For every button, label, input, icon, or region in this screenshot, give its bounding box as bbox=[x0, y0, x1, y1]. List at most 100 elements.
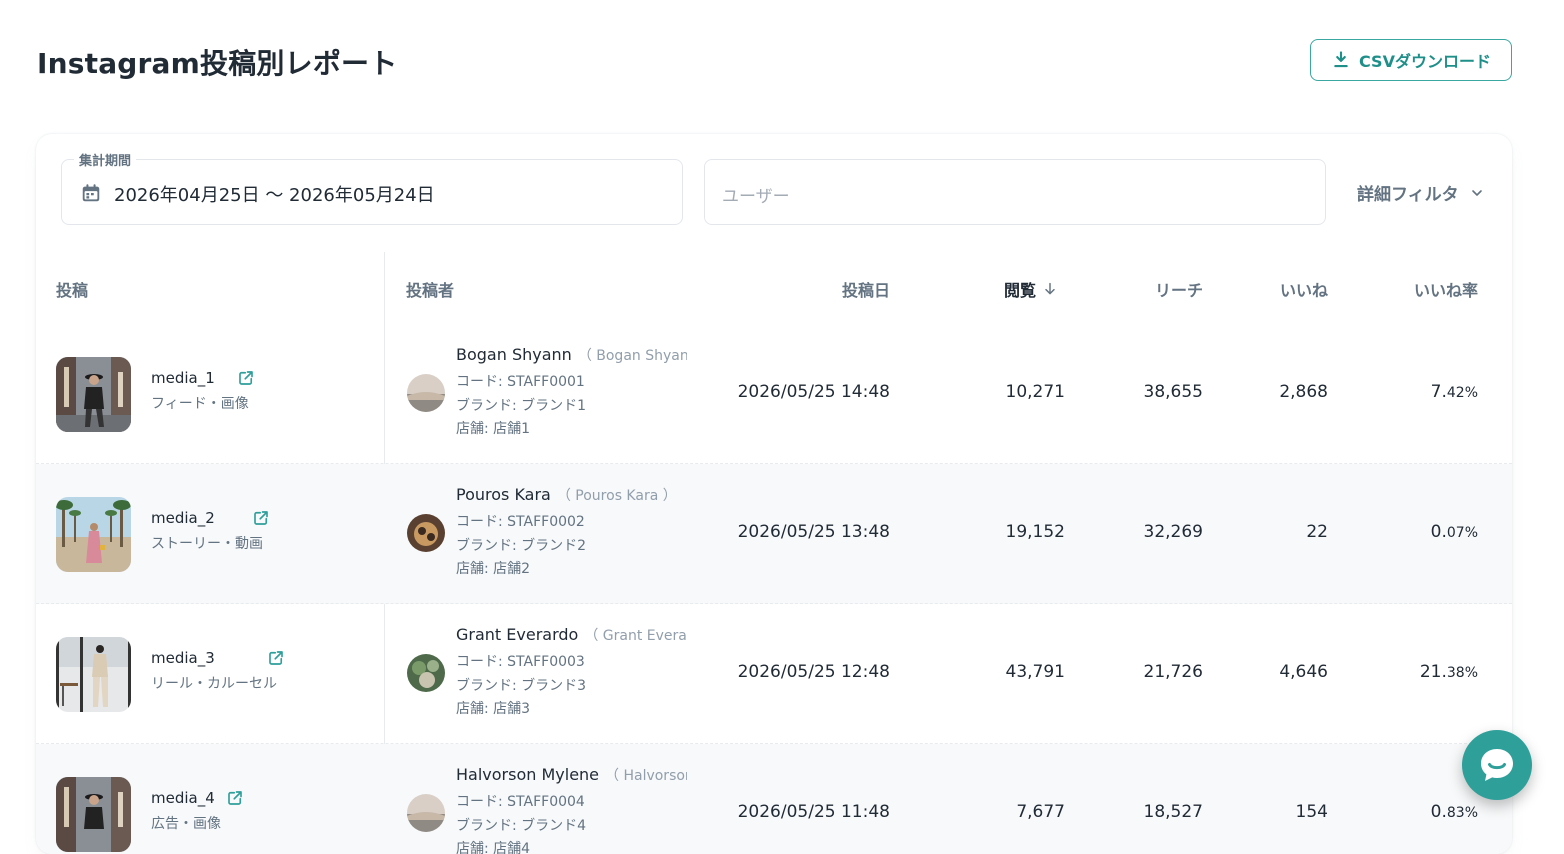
date-range-field[interactable]: 集計期間 2026年04月25日 〜 2026年05月24日 bbox=[61, 150, 683, 225]
date-range-value: 2026年04月25日 〜 2026年05月24日 bbox=[114, 185, 435, 206]
table-header: 投稿 投稿者 投稿日 閲覧 リーチ いいね いいね率 bbox=[36, 252, 1512, 324]
user-input[interactable]: ユーザー bbox=[704, 159, 1326, 225]
table-row[interactable]: media_4 広告・画像 Halvorson Mylene （ Halvorso… bbox=[36, 744, 1512, 854]
poster-name: Bogan Shyann bbox=[456, 345, 572, 364]
likes-value: 2,868 bbox=[1279, 382, 1328, 402]
column-header-views[interactable]: 閲覧 bbox=[1004, 277, 1058, 301]
poster-name-sub: （ Halvorson Mylene ） bbox=[605, 768, 687, 784]
avatar bbox=[407, 374, 445, 412]
chat-icon bbox=[1481, 749, 1513, 781]
table-row[interactable]: media_3 リール・カルーセル Grant Everardo （ Grant … bbox=[36, 604, 1512, 744]
post-date: 2026/05/25 14:48 bbox=[737, 382, 890, 402]
media-type: ストーリー・動画 bbox=[151, 536, 263, 552]
media-type: リール・カルーセル bbox=[151, 676, 277, 692]
post-thumbnail[interactable] bbox=[56, 497, 131, 572]
chevron-down-icon bbox=[1471, 189, 1482, 196]
poster-name: Grant Everardo bbox=[456, 625, 579, 644]
poster-store: 店舗: 店舗4 bbox=[456, 841, 531, 854]
chat-button[interactable] bbox=[1462, 730, 1532, 800]
page-header: Instagram投稿別レポート CSVダウンロード bbox=[37, 38, 1512, 84]
like-rate-dec: 42% bbox=[1446, 385, 1478, 401]
column-header-views-label: 閲覧 bbox=[1003, 281, 1036, 300]
poster-name-line: Bogan Shyann （ Bogan Shyann ） bbox=[456, 345, 687, 365]
date-range-label: 集計期間 bbox=[74, 150, 137, 169]
poster-name-sub: （ Grant Everardo ） bbox=[584, 628, 687, 644]
poster-code: コード: STAFF0003 bbox=[456, 654, 585, 670]
poster-brand: ブランド: ブランド4 bbox=[456, 818, 587, 834]
post-date: 2026/05/25 11:48 bbox=[737, 802, 890, 822]
poster-brand: ブランド: ブランド2 bbox=[456, 538, 587, 554]
views-value: 19,152 bbox=[1005, 522, 1065, 542]
like-rate-value: 0.83% bbox=[1431, 802, 1478, 822]
poster-name-sub: （ Pouros Kara ） bbox=[556, 488, 677, 504]
external-link-icon[interactable] bbox=[226, 789, 244, 807]
media-type: 広告・画像 bbox=[151, 816, 221, 832]
calendar-icon bbox=[82, 184, 100, 202]
poster-name-sub: （ Bogan Shyann ） bbox=[577, 348, 687, 364]
column-header-date[interactable]: 投稿日 bbox=[842, 277, 890, 301]
download-icon bbox=[1334, 51, 1348, 68]
like-rate-dec: 83% bbox=[1446, 805, 1478, 821]
arrow-down-icon bbox=[1045, 282, 1055, 295]
column-header-like-rate[interactable]: いいね率 bbox=[1414, 277, 1478, 301]
likes-value: 154 bbox=[1295, 802, 1328, 822]
poster-code: コード: STAFF0001 bbox=[456, 374, 585, 390]
like-rate-int: 21. bbox=[1419, 662, 1447, 682]
column-header-post[interactable]: 投稿 bbox=[56, 277, 88, 301]
external-link-icon[interactable] bbox=[252, 509, 270, 527]
reach-value: 18,527 bbox=[1143, 802, 1203, 822]
media-name: media_1 bbox=[151, 369, 215, 387]
external-link-icon[interactable] bbox=[237, 369, 255, 387]
report-card: 集計期間 2026年04月25日 〜 2026年05月24日 ユーザー 詳細フィ… bbox=[36, 134, 1512, 854]
avatar bbox=[407, 654, 445, 692]
poster-name: Pouros Kara bbox=[456, 485, 551, 504]
media-name: media_4 bbox=[151, 789, 215, 807]
external-link-icon[interactable] bbox=[267, 649, 285, 667]
table-row[interactable]: media_2 ストーリー・動画 Pouros Kara （ Pouros Kar… bbox=[36, 464, 1512, 604]
likes-value: 4,646 bbox=[1279, 662, 1328, 682]
reach-value: 21,726 bbox=[1143, 662, 1203, 682]
detail-filter-toggle[interactable]: 詳細フィルタ bbox=[1357, 180, 1485, 205]
column-header-poster[interactable]: 投稿者 bbox=[406, 277, 454, 301]
like-rate-value: 7.42% bbox=[1431, 382, 1478, 402]
column-header-likes[interactable]: いいね bbox=[1280, 277, 1328, 301]
poster-code: コード: STAFF0004 bbox=[456, 794, 585, 810]
csv-download-label: CSVダウンロード bbox=[1359, 52, 1491, 71]
views-value: 43,791 bbox=[1005, 662, 1065, 682]
media-name: media_3 bbox=[151, 649, 215, 667]
table-row[interactable]: media_1 フィード・画像 Bogan Shyann （ Bogan Shya… bbox=[36, 324, 1512, 464]
reach-value: 38,655 bbox=[1143, 382, 1203, 402]
poster-brand: ブランド: ブランド3 bbox=[456, 678, 587, 694]
poster-store: 店舗: 店舗3 bbox=[456, 701, 531, 717]
likes-value: 22 bbox=[1306, 522, 1328, 542]
column-header-reach[interactable]: リーチ bbox=[1155, 277, 1203, 301]
like-rate-int: 7. bbox=[1430, 382, 1447, 402]
post-thumbnail[interactable] bbox=[56, 357, 131, 432]
csv-download-button[interactable]: CSVダウンロード bbox=[1310, 39, 1512, 81]
poster-name: Halvorson Mylene bbox=[456, 765, 600, 784]
filter-bar: 集計期間 2026年04月25日 〜 2026年05月24日 ユーザー 詳細フィ… bbox=[36, 134, 1512, 252]
avatar bbox=[407, 794, 445, 832]
poster-name-line: Pouros Kara （ Pouros Kara ） bbox=[456, 485, 687, 505]
user-placeholder: ユーザー bbox=[722, 187, 790, 207]
post-thumbnail[interactable] bbox=[56, 777, 131, 852]
post-date: 2026/05/25 12:48 bbox=[737, 662, 890, 682]
post-thumbnail[interactable] bbox=[56, 637, 131, 712]
avatar bbox=[407, 514, 445, 552]
like-rate-int: 0. bbox=[1430, 802, 1447, 822]
poster-brand: ブランド: ブランド1 bbox=[456, 398, 587, 414]
like-rate-dec: 07% bbox=[1446, 525, 1478, 541]
report-table: 投稿 投稿者 投稿日 閲覧 リーチ いいね いいね率 media_1 フィード・… bbox=[36, 252, 1512, 854]
poster-store: 店舗: 店舗1 bbox=[456, 421, 531, 437]
poster-store: 店舗: 店舗2 bbox=[456, 561, 531, 577]
views-value: 10,271 bbox=[1005, 382, 1065, 402]
reach-value: 32,269 bbox=[1143, 522, 1203, 542]
like-rate-int: 0. bbox=[1430, 522, 1447, 542]
media-name: media_2 bbox=[151, 509, 215, 527]
poster-name-line: Grant Everardo （ Grant Everardo ） bbox=[456, 625, 687, 645]
poster-name-line: Halvorson Mylene （ Halvorson Mylene ） bbox=[456, 765, 687, 785]
like-rate-dec: 38% bbox=[1446, 665, 1478, 681]
views-value: 7,677 bbox=[1016, 802, 1065, 822]
like-rate-value: 0.07% bbox=[1431, 522, 1478, 542]
media-type: フィード・画像 bbox=[151, 396, 249, 412]
